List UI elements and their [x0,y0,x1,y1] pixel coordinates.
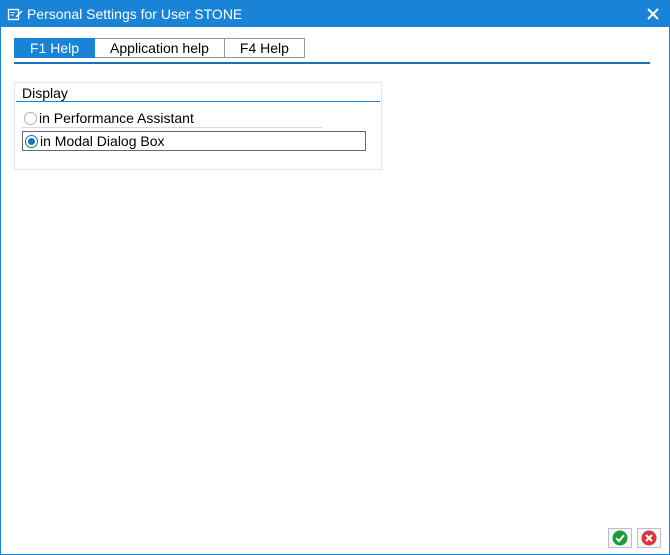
radio-label: in Modal Dialog Box [40,133,165,149]
checkmark-icon [612,530,628,546]
option-modal-dialog-box[interactable]: in Modal Dialog Box [22,131,366,151]
close-icon[interactable] [645,6,661,22]
title-bar: Personal Settings for User STONE [1,1,669,27]
radio-label: in Performance Assistant [39,110,194,126]
dialog-window: Personal Settings for User STONE F1 Help… [0,0,670,555]
radio-button-checked[interactable] [25,135,38,148]
tab-strip: F1 Help Application help F4 Help [14,38,305,58]
option-performance-assistant[interactable]: in Performance Assistant [22,109,322,128]
tab-application-help[interactable]: Application help [95,38,225,58]
settings-edit-icon [7,6,23,22]
cancel-button[interactable] [637,528,661,548]
cancel-icon [641,530,657,546]
tab-f1-help[interactable]: F1 Help [14,38,96,58]
ok-button[interactable] [608,528,632,548]
tab-f4-help[interactable]: F4 Help [224,38,305,58]
group-title: Display [22,85,68,101]
radio-button-unchecked[interactable] [24,112,37,125]
group-divider [16,101,380,102]
display-group: Display in Performance Assistant in Moda… [14,82,382,170]
window-title: Personal Settings for User STONE [27,6,243,22]
tab-underline [14,62,650,64]
